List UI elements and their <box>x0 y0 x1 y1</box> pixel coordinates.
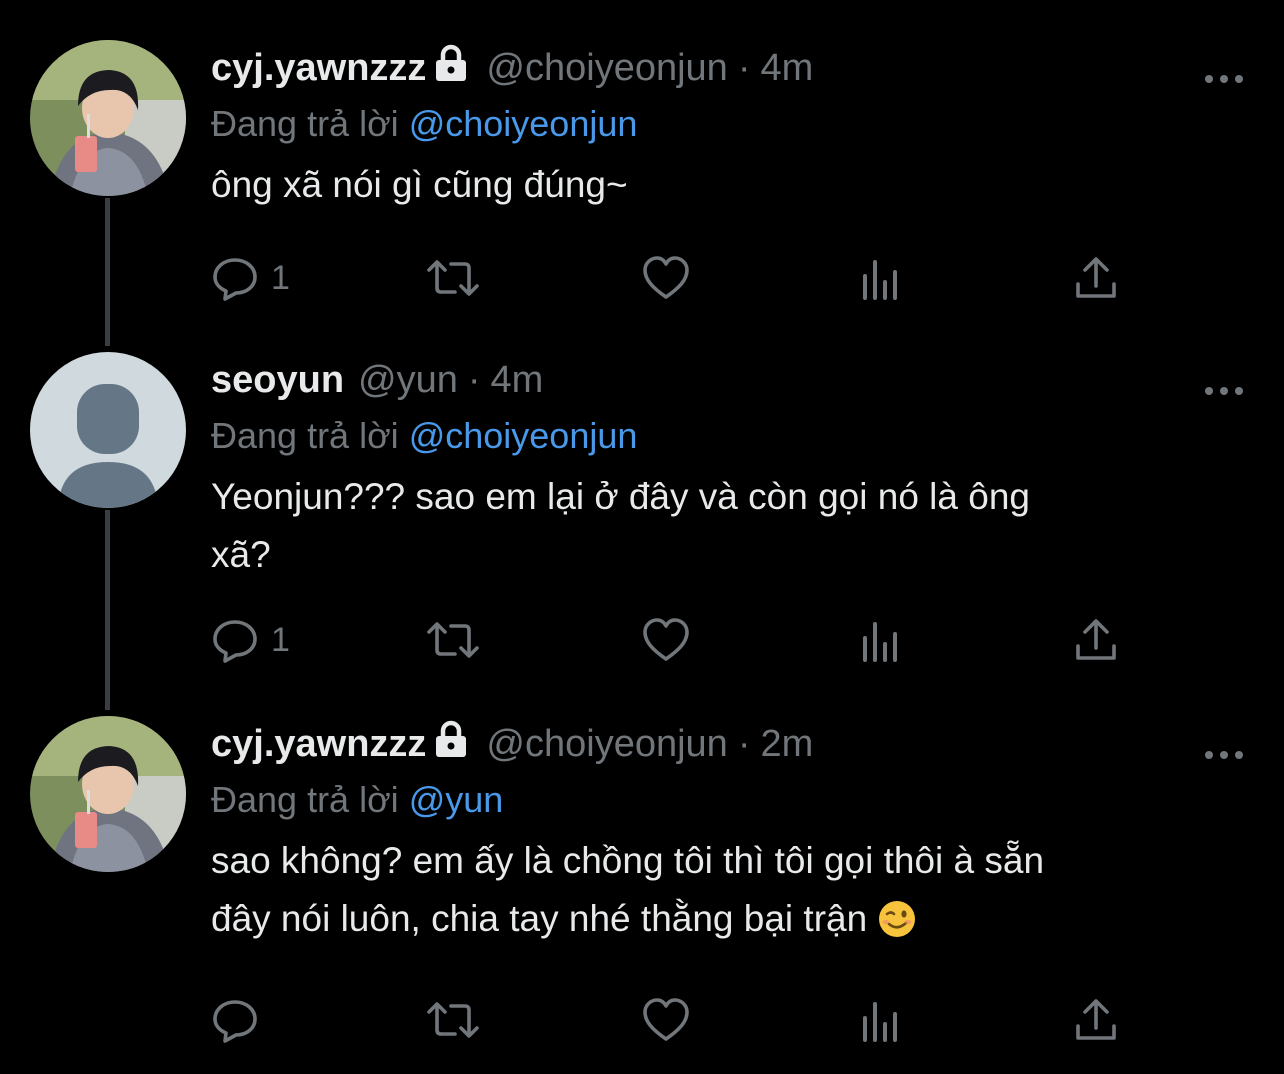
like-button[interactable] <box>641 612 691 668</box>
like-button[interactable] <box>641 992 691 1048</box>
heart-icon <box>643 256 689 299</box>
timestamp[interactable]: 4m <box>760 47 813 90</box>
replying-to: Đang trả lời @choiyeonjun <box>211 410 1244 462</box>
retweet-button[interactable] <box>425 992 481 1048</box>
tweet-text: ông xã nói gì cũng đúng~ <box>211 164 628 205</box>
separator-dot: · <box>737 722 751 765</box>
replying-to-label: Đang trả lời <box>211 779 399 820</box>
tweet-content: cyj.yawnzzz @choiyeonjun · 2m Đang trả l… <box>211 714 1244 956</box>
reply-count: 1 <box>271 258 290 297</box>
tweet-text: Yeonjun??? sao em lại ở đây và còn gọi n… <box>211 476 1030 575</box>
share-button[interactable] <box>1073 250 1119 306</box>
mention-link[interactable]: @choiyeonjun <box>409 103 638 144</box>
replying-to-label: Đang trả lời <box>211 415 399 456</box>
mention-link[interactable]: @yun <box>409 779 504 820</box>
tweet-header: cyj.yawnzzz @choiyeonjun · 4m <box>211 38 1244 98</box>
avatar[interactable] <box>30 352 186 508</box>
retweet-icon <box>427 622 479 658</box>
tweet-content: cyj.yawnzzz @choiyeonjun · 4m Đang trả l… <box>211 38 1244 214</box>
reply-button[interactable] <box>211 992 271 1048</box>
replying-to: Đang trả lời @choiyeonjun <box>211 98 1244 150</box>
lock-icon <box>434 720 468 768</box>
views-button[interactable] <box>861 612 901 668</box>
replying-to-label: Đang trả lời <box>211 103 399 144</box>
views-button[interactable] <box>861 992 901 1048</box>
tweet-text: sao không? em ấy là chồng tôi thì tôi gọ… <box>211 832 1244 956</box>
retweet-button[interactable] <box>425 612 481 668</box>
tweet-content: seoyun @yun · 4m Đang trả lời @choiyeonj… <box>211 350 1244 584</box>
timestamp[interactable]: 4m <box>491 359 544 402</box>
views-icon <box>863 1002 897 1042</box>
avatar-photo <box>30 716 186 872</box>
user-handle[interactable]: @yun <box>358 359 458 402</box>
share-icon <box>1076 999 1116 1040</box>
mention-link[interactable]: @choiyeonjun <box>409 415 638 456</box>
reply-icon <box>213 620 257 663</box>
share-icon <box>1076 619 1116 660</box>
tweet-actions: 1 <box>211 612 1211 668</box>
reply-button[interactable]: 1 <box>211 612 290 668</box>
tweet-actions: 1 <box>211 250 1211 306</box>
reply-count: 1 <box>271 620 290 659</box>
reply-icon <box>213 1000 257 1043</box>
separator-dot: · <box>467 358 481 401</box>
views-icon <box>863 622 897 662</box>
lock-icon <box>434 44 468 92</box>
tweet-actions <box>211 992 1211 1048</box>
display-name[interactable]: cyj.yawnzzz <box>211 47 426 90</box>
tweet-header: seoyun @yun · 4m <box>211 350 1244 410</box>
more-icon[interactable] <box>1204 728 1244 771</box>
like-button[interactable] <box>641 250 691 306</box>
replying-to: Đang trả lời @yun <box>211 774 1244 826</box>
avatar-photo <box>30 40 186 196</box>
avatar[interactable] <box>30 716 186 872</box>
default-avatar-icon <box>30 352 186 508</box>
avatar[interactable] <box>30 40 186 196</box>
retweet-icon <box>427 1002 479 1038</box>
more-icon[interactable] <box>1204 52 1244 95</box>
reply-icon <box>213 258 257 301</box>
retweet-icon <box>427 260 479 296</box>
thread-connector <box>105 198 110 346</box>
display-name[interactable]: cyj.yawnzzz <box>211 723 426 766</box>
user-handle[interactable]: @choiyeonjun <box>486 47 727 90</box>
retweet-button[interactable] <box>425 250 481 306</box>
share-button[interactable] <box>1073 992 1119 1048</box>
more-icon[interactable] <box>1204 364 1244 407</box>
heart-icon <box>643 618 689 661</box>
separator-dot: · <box>737 46 751 89</box>
display-name[interactable]: seoyun <box>211 359 344 402</box>
tweet-header: cyj.yawnzzz @choiyeonjun · 2m <box>211 714 1244 774</box>
reply-button[interactable]: 1 <box>211 250 290 306</box>
winking-face-emoji <box>877 898 917 956</box>
timestamp[interactable]: 2m <box>760 723 813 766</box>
heart-icon <box>643 998 689 1041</box>
views-icon <box>863 260 897 300</box>
user-handle[interactable]: @choiyeonjun <box>486 723 727 766</box>
thread-connector <box>105 510 110 710</box>
tweet-text-content: sao không? em ấy là chồng tôi thì tôi gọ… <box>211 840 1045 939</box>
share-icon <box>1076 257 1116 298</box>
views-button[interactable] <box>861 250 901 306</box>
share-button[interactable] <box>1073 612 1119 668</box>
